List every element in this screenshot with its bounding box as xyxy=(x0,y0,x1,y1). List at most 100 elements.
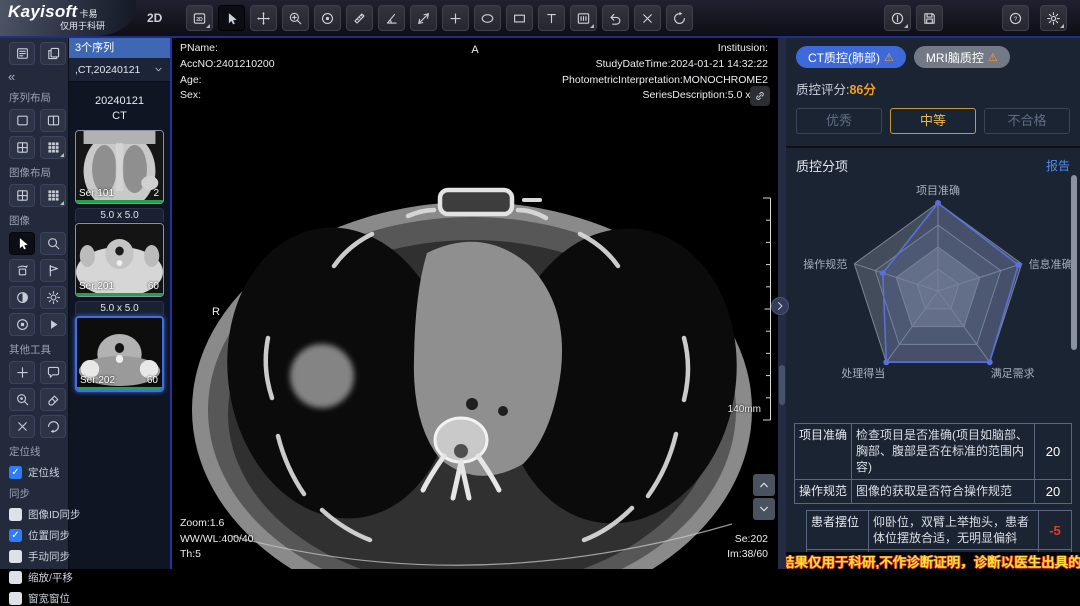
logo-subtitle: 仅用于科研 xyxy=(60,19,136,32)
window-level-tool-button[interactable] xyxy=(314,5,341,31)
image-target-icon xyxy=(15,317,30,332)
series-layout-1x1-button[interactable] xyxy=(9,109,35,132)
mode-2d-icon: 2D xyxy=(192,11,207,26)
rect-roi-tool-button[interactable] xyxy=(506,5,533,31)
grade-button-1[interactable]: 中等 xyxy=(890,108,976,134)
image-pointer-button[interactable] xyxy=(9,232,35,255)
export-panel-button[interactable] xyxy=(40,42,66,65)
series-thumbnail-ser-202[interactable]: Ser:20260 xyxy=(75,316,164,392)
viewer-scrollbar-thumb[interactable] xyxy=(779,365,785,405)
ellipse-roi-tool-button[interactable] xyxy=(474,5,501,31)
series-thumbnail-ser-201[interactable]: Ser:20160 xyxy=(75,223,164,297)
qc-row-label: 操作规范 xyxy=(795,480,852,504)
series-dropdown[interactable]: ,CT,20240121 xyxy=(69,58,170,82)
unchecked-checkbox[interactable] xyxy=(9,508,22,521)
restore-tool-button[interactable] xyxy=(40,415,66,438)
svg-text:处理得当: 处理得当 xyxy=(841,366,885,380)
length-tool-button[interactable] xyxy=(346,5,373,31)
series-number-label: Ser:201 xyxy=(79,281,114,292)
cobb-angle-tool-button[interactable] xyxy=(410,5,437,31)
eraser-tool-icon xyxy=(46,392,61,407)
orientation-marker-anterior: A xyxy=(471,42,478,59)
annotate-comment-button[interactable] xyxy=(40,361,66,384)
image-play-button[interactable] xyxy=(40,313,66,336)
left-tool-sidebar: « 序列布局图像布局图像其他工具 定位线✓定位线同步图像ID同步✓位置同步手动同… xyxy=(0,38,69,569)
undo-tool-button[interactable] xyxy=(602,5,629,31)
svg-text:2D: 2D xyxy=(196,17,203,23)
angle-tool-button[interactable] xyxy=(378,5,405,31)
clear-tool-icon xyxy=(15,419,30,434)
unchecked-checkbox[interactable] xyxy=(9,550,22,563)
qc-panel-scrollbar-thumb[interactable] xyxy=(1071,175,1077,350)
qc-tab-ct[interactable]: CT质控(肺部)⚠ xyxy=(796,46,906,68)
series-layout-2x2-button[interactable] xyxy=(9,136,35,159)
pan-tool-button[interactable] xyxy=(250,5,277,31)
qc-grade-buttons: 优秀中等不合格 xyxy=(796,108,1070,134)
image-layout-3x3-button[interactable] xyxy=(40,184,66,207)
qc-tab-mri[interactable]: MRI脑质控⚠ xyxy=(914,46,1010,68)
image-target-button[interactable] xyxy=(9,313,35,336)
expand-panel-button[interactable] xyxy=(771,297,789,315)
eraser-tool-button[interactable] xyxy=(40,388,66,411)
lens-tool-icon xyxy=(15,392,30,407)
image-invert-button[interactable] xyxy=(9,286,35,309)
reset-tool-icon xyxy=(672,11,687,26)
series-dropdown-value: ,CT,20240121 xyxy=(75,64,140,76)
ct-axial-image[interactable] xyxy=(172,38,778,569)
series-loaded-bar xyxy=(76,200,163,203)
help-button[interactable]: ? xyxy=(1002,5,1029,31)
pointer-tool-button[interactable] xyxy=(218,5,245,31)
series-layout-1x2-button[interactable] xyxy=(40,109,66,132)
link-series-button[interactable] xyxy=(750,86,770,106)
reset-tool-button[interactable] xyxy=(666,5,693,31)
image-layout-3x3-icon xyxy=(46,188,61,203)
next-image-button[interactable] xyxy=(753,498,775,520)
help-icon: ? xyxy=(1008,11,1023,26)
sidebar-section-label: 序列布局 xyxy=(9,90,68,105)
save-tool-button[interactable] xyxy=(916,5,943,31)
image-brightness-button[interactable] xyxy=(40,286,66,309)
zoom-tool-button[interactable] xyxy=(282,5,309,31)
mode-2d-button[interactable]: 2D xyxy=(186,5,213,31)
image-viewport[interactable]: PName: AccNO:2401210200 Age: Sex: A Inst… xyxy=(170,38,778,569)
pointer-tool-icon xyxy=(224,11,239,26)
unchecked-checkbox[interactable] xyxy=(9,592,22,605)
prev-image-button[interactable] xyxy=(753,474,775,496)
series-layout-3x3-button[interactable] xyxy=(40,136,66,159)
series-thumbnail-ser-101[interactable]: Ser:1012 xyxy=(75,130,164,204)
svg-text:满足需求: 满足需求 xyxy=(991,367,1035,380)
info-tool-icon xyxy=(890,11,905,26)
series-layout-1x2-icon xyxy=(46,113,61,128)
top-toolbar: Kayisoft 卡易 仅用于科研 2D 2D ? xyxy=(0,0,1080,38)
grade-button-2[interactable]: 不合格 xyxy=(984,108,1070,134)
annotate-add-button[interactable] xyxy=(9,361,35,384)
text-tool-button[interactable] xyxy=(538,5,565,31)
report-panel-button[interactable] xyxy=(9,42,35,65)
checked-checkbox[interactable]: ✓ xyxy=(9,529,22,542)
zoom-tool-icon xyxy=(288,11,303,26)
series-number-label: Ser:101 xyxy=(79,188,114,199)
image-layout-2x2-button[interactable] xyxy=(9,184,35,207)
image-rotate-button[interactable] xyxy=(9,259,35,282)
clear-tool-button[interactable] xyxy=(9,415,35,438)
image-step-button[interactable] xyxy=(40,259,66,282)
image-magnifier-button[interactable] xyxy=(40,232,66,255)
slice-info-overlay: Se:202 Im:38/60 xyxy=(727,532,768,564)
series-loaded-bar xyxy=(76,293,163,296)
settings-button[interactable] xyxy=(1040,5,1067,31)
grade-button-0[interactable]: 优秀 xyxy=(796,108,882,134)
info-tool-button[interactable] xyxy=(884,5,911,31)
cine-tool-button[interactable] xyxy=(570,5,597,31)
length-tool-icon xyxy=(352,11,367,26)
report-link[interactable]: 报告 xyxy=(1046,157,1070,174)
qc-score: 质控评分:86分 xyxy=(796,79,1072,98)
collapse-sidebar-button[interactable]: « xyxy=(8,69,68,84)
checked-checkbox[interactable]: ✓ xyxy=(9,466,22,479)
probe-tool-button[interactable] xyxy=(442,5,469,31)
image-magnifier-icon xyxy=(46,236,61,251)
unchecked-checkbox[interactable] xyxy=(9,571,22,584)
delete-tool-button[interactable] xyxy=(634,5,661,31)
image-pager xyxy=(753,474,775,520)
lens-tool-button[interactable] xyxy=(9,388,35,411)
export-panel-icon xyxy=(46,46,61,61)
